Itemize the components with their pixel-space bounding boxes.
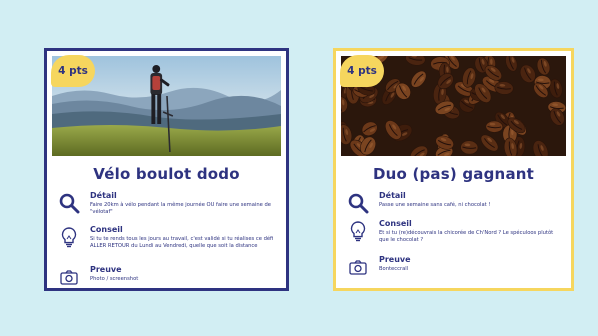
section-heading: Preuve (379, 255, 411, 264)
camera-icon (58, 266, 80, 288)
section-heading: Conseil (90, 225, 123, 234)
section-heading: Détail (90, 191, 117, 200)
points-badge: 4 pts (51, 55, 95, 87)
card-title: Vélo boulot dodo (93, 165, 240, 183)
section-heading: Détail (379, 191, 406, 200)
magnifier-icon (347, 192, 369, 214)
challenge-card-velo[interactable]: 4 pts Vélo boulot dodo Détail Faire 20km… (44, 48, 289, 291)
section-heading: Preuve (90, 265, 122, 274)
section-text: Photo / screenshot (90, 276, 139, 282)
section-text: Faire 20km à vélo pendant la même journé… (90, 202, 271, 215)
detail-section: Détail Passe une semaine sans café, ni c… (347, 191, 563, 214)
points-badge: 4 pts (340, 55, 384, 87)
section-heading: Conseil (379, 219, 412, 228)
magnifier-icon (58, 192, 80, 214)
section-text: Et si tu (re)découvrais la chicorée de C… (379, 230, 554, 243)
section-text: Passe une semaine sans café, ni chocolat… (379, 202, 491, 208)
camera-icon (347, 256, 369, 278)
challenge-card-duo[interactable]: 4 pts Duo (pas) gagnant Détail Passe une… (333, 48, 574, 291)
proof-section: Preuve Photo / screenshot (58, 265, 278, 288)
detail-section: Détail Faire 20km à vélo pendant la même… (58, 191, 278, 216)
advice-section: Conseil Si tu te rends tous les jours au… (58, 225, 278, 250)
advice-section: Conseil Et si tu (re)découvrais la chico… (347, 219, 563, 244)
lightbulb-icon (58, 226, 80, 248)
card-title: Duo (pas) gagnant (372, 165, 535, 183)
section-text: Bonteccrall (379, 266, 409, 272)
lightbulb-icon (347, 220, 369, 242)
section-text: Si tu te rends tous les jours au travail… (90, 236, 274, 249)
proof-section: Preuve Bonteccrall (347, 255, 563, 278)
